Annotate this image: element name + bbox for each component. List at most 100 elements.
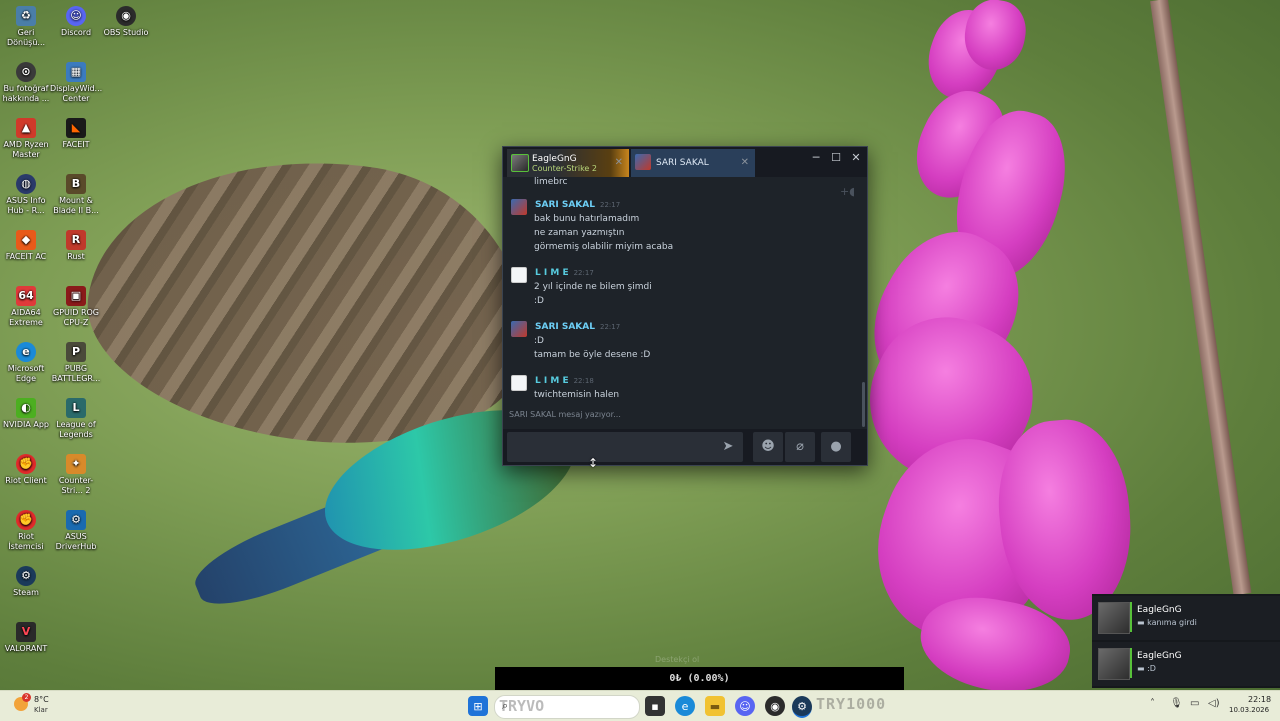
attach-button[interactable]: ⌀ [785,432,815,462]
riot-icon: ✊ [16,510,36,530]
clock-date[interactable]: 10.03.2026 [1229,706,1269,714]
typing-indicator: SARI SAKAL mesaj yazıyor... [509,410,621,419]
taskbar: 2 8°C Klar ⊞ ⌕ TRYVO ▪ e ▬ ☺ ◉ ⚙ TRY1000… [0,690,1280,721]
sender-name: L I M E 22:18 [535,376,594,386]
desktop-icon-photo-info[interactable]: ⊙ Bu fotoğraf hakkında ... [0,62,52,104]
asus-icon: ◍ [16,174,36,194]
emoji-button[interactable]: ☻ [753,432,783,462]
desktop-icon-steam[interactable]: ⚙ Steam [0,566,52,598]
close-button[interactable]: ✕ [847,149,865,167]
file-explorer-icon[interactable]: ▬ [705,696,725,716]
desktop-icon-amd[interactable]: ▲ AMD Ryzen Master [0,118,52,160]
clock-time[interactable]: 22:18 [1248,695,1271,704]
chat-bubble-icon: ▬ [1137,618,1148,627]
faceit-ac-icon: ◆ [16,230,36,250]
task-view-icon[interactable]: ▪ [645,696,665,716]
desktop-icon-cs2[interactable]: ✦ Counter-Stri... 2 [50,454,102,496]
resize-cursor-icon: ↕ [588,456,599,470]
avatar [511,321,527,337]
desktop-icon-recycle-bin[interactable]: ♻ Geri Dönüşü... [0,6,52,48]
tab-game: Counter-Strike 2 [532,164,597,173]
chat-tab-bar: EagleGnG Counter-Strike 2 ✕ SARI SAKAL ✕… [503,147,867,177]
edge-icon[interactable]: e [675,696,695,716]
desktop-icon-riot-istemcisi[interactable]: ✊ Riot İstemcisi [0,510,52,552]
tab-name: EagleGnG [532,154,577,164]
desktop-icon-discord[interactable]: ☺ Discord [50,6,102,38]
cs2-icon: ✦ [66,454,86,474]
network-icon[interactable]: ▭ [1190,698,1199,709]
desktop-icon-displaywidget[interactable]: ▦ DisplayWid... Center [50,62,102,104]
desktop-icon-faceit-ac[interactable]: ◆ FACEIT AC [0,230,52,262]
steam-icon: ⚙ [16,566,36,586]
microphone-icon[interactable]: 🎙 [1170,698,1183,709]
avatar [1098,602,1130,634]
edge-icon: e [16,342,36,362]
notification[interactable]: EagleGnG ▬ :D [1092,642,1280,686]
sender-name: SARI SAKAL 22:17 [535,322,621,332]
search-box[interactable]: ⌕ TRYVO [494,695,640,719]
desktop-icon-edge[interactable]: e Microsoft Edge [0,342,52,384]
composer: ➤ ☻ ⌀ ● [503,429,867,465]
chat-tab-eaglegng[interactable]: EagleGnG Counter-Strike 2 ✕ [507,149,629,177]
search-text: TRYVO [499,697,545,715]
close-icon[interactable]: ✕ [741,157,749,168]
avatar [635,154,651,170]
cpuz-icon: ▣ [66,286,86,306]
steam-chat-window[interactable]: EagleGnG Counter-Strike 2 ✕ SARI SAKAL ✕… [502,146,868,466]
avatar [511,154,529,172]
flower-stem [1150,0,1252,596]
weather-widget[interactable]: 2 8°C Klar [10,691,70,721]
tab-name: SARI SAKAL [656,158,709,168]
obs-icon[interactable]: ◉ [765,696,785,716]
message-input[interactable] [507,432,743,462]
desktop-icon-asus-info[interactable]: ◍ ASUS Info Hub - R... [0,174,52,216]
nvidia-icon: ◐ [16,398,36,418]
close-icon[interactable]: ✕ [615,157,623,168]
weather-badge: 2 [22,693,31,702]
online-indicator [1130,602,1132,632]
display-icon: ▦ [66,62,86,82]
maximize-button[interactable]: ☐ [827,149,845,167]
scrollbar[interactable] [862,382,865,427]
avatar [511,375,527,391]
riot-icon: ✊ [16,454,36,474]
obs-icon: ◉ [116,6,136,26]
online-indicator [1130,648,1132,678]
recycle-bin-icon: ♻ [16,6,36,26]
chat-tab-sari-sakal[interactable]: SARI SAKAL ✕ [631,149,755,177]
bannerlord-icon: B [66,174,86,194]
pubg-icon: P [66,342,86,362]
desktop-icon-pubg[interactable]: P PUBG BATTLEGR... [50,342,102,384]
rust-icon: R [66,230,86,250]
desktop-icon-valorant[interactable]: V VALORANT [0,622,52,654]
league-icon: L [66,398,86,418]
message-list[interactable]: limebrc +◖ SARI SAKAL 22:17 bak bunu hatı… [503,177,867,429]
desktop-icon-faceit[interactable]: ◣ FACEIT [50,118,102,150]
desktop-icon-league[interactable]: L League of Legends [50,398,102,440]
start-icon[interactable]: ⊞ [468,696,488,716]
sender-name: L I M E 22:17 [535,268,594,278]
voice-button[interactable]: ● [821,432,851,462]
chevron-up-icon[interactable]: ˄ [1150,698,1155,709]
overlay-faint-text: Destekçi ol [655,655,700,664]
steam-icon[interactable]: ⚙ [792,696,812,718]
desktop-icon-asus-driverhub[interactable]: ⚙ ASUS DriverHub [50,510,102,552]
send-button[interactable]: ➤ [713,432,743,462]
desktop-icon-obs[interactable]: ◉ OBS Studio [100,6,152,38]
notification[interactable]: EagleGnG ▬ kanıma girdi [1092,596,1280,640]
amd-icon: ▲ [16,118,36,138]
desktop-icon-cpuz[interactable]: ▣ GPUID ROG CPU-Z [50,286,102,328]
desktop-icon-rust[interactable]: R Rust [50,230,102,262]
desktop-icon-aida64[interactable]: 64 AIDA64 Extreme [0,286,52,328]
overlay-brand-text: TRY1000 [816,695,887,713]
desktop-icon-riot-client[interactable]: ✊ Riot Client [0,454,52,486]
discord-icon[interactable]: ☺ [735,696,755,716]
desktop-icon-nvidia[interactable]: ◐ NVIDIA App [0,398,52,430]
desktop-icon-bannerlord[interactable]: B Mount & Blade II B... [50,174,102,216]
avatar [511,267,527,283]
add-friend-icon[interactable]: +◖ [840,185,855,198]
minimize-button[interactable]: ─ [807,149,825,167]
volume-icon[interactable]: ◁) [1208,698,1220,709]
avatar [1098,648,1130,680]
asus-driverhub-icon: ⚙ [66,510,86,530]
